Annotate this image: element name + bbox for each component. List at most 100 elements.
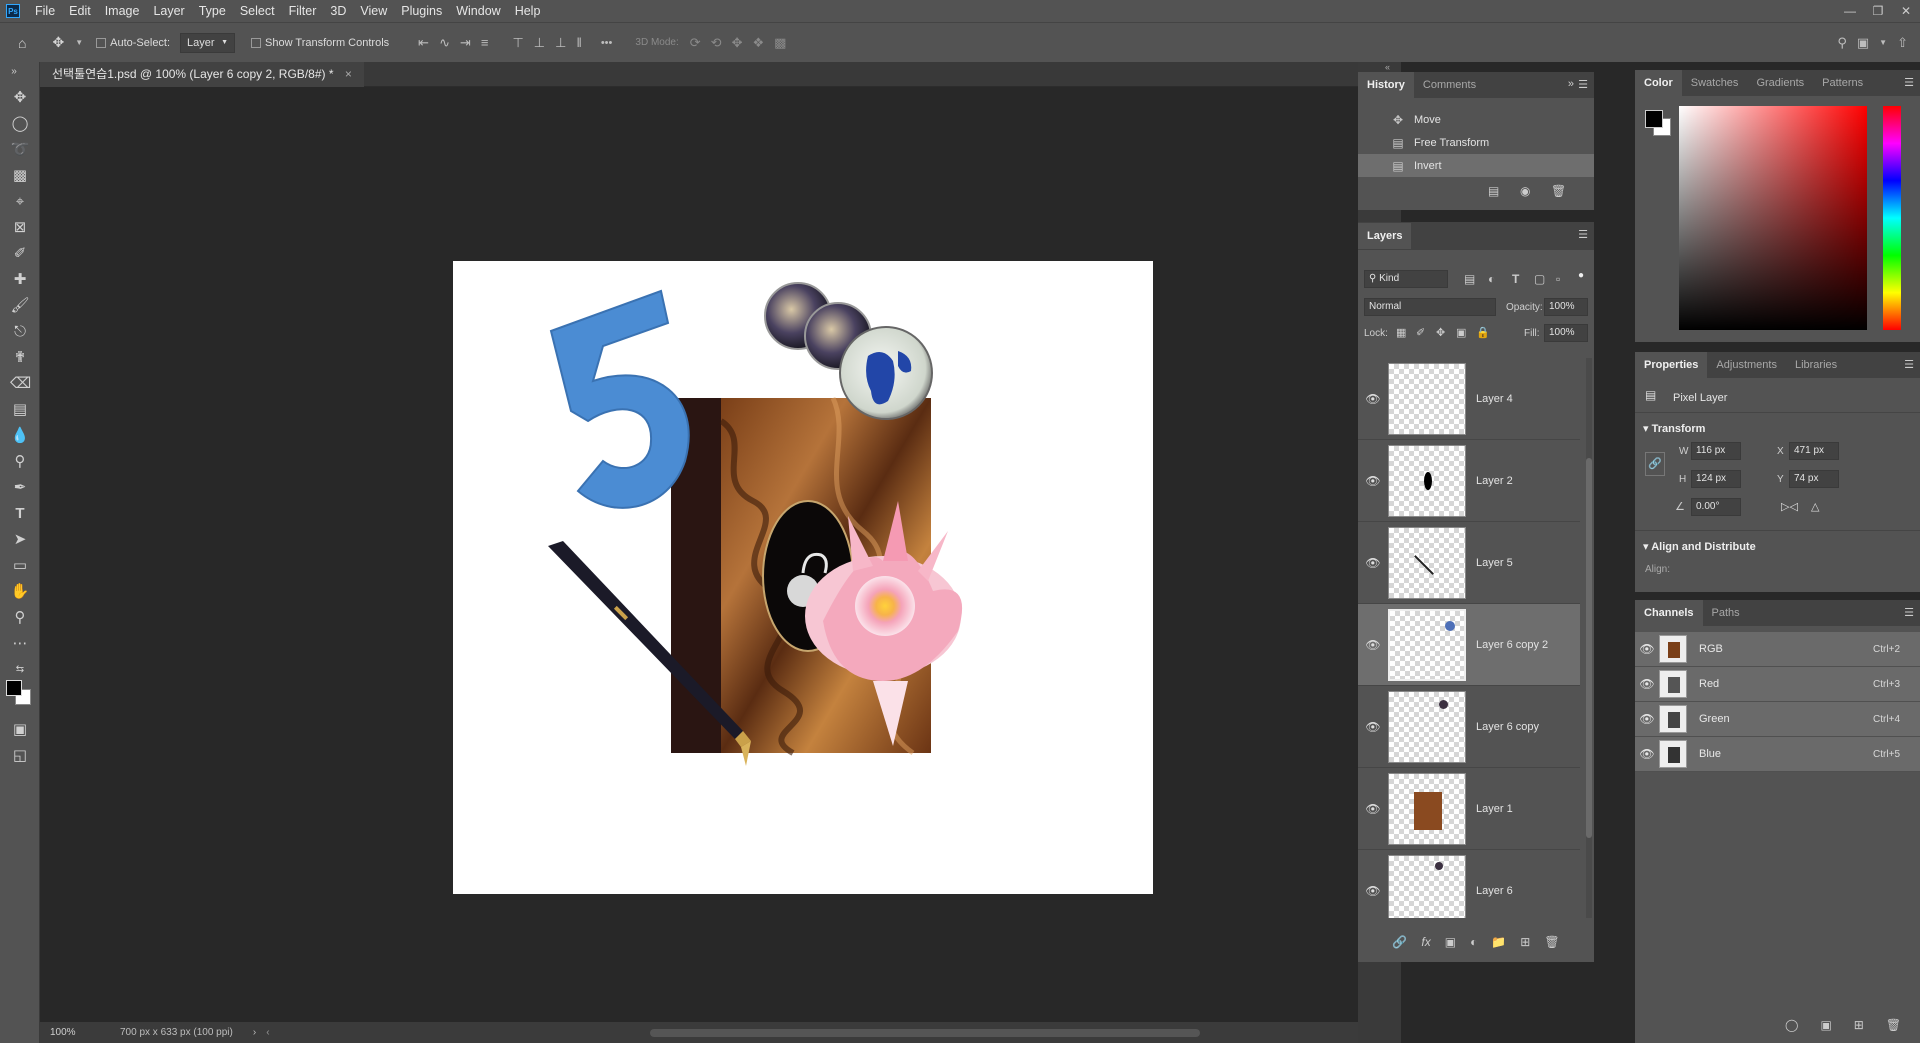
x-input[interactable]: 471 px xyxy=(1789,442,1839,460)
healing-brush-tool-icon[interactable]: ✚ xyxy=(10,270,30,290)
ellipse-marquee-tool-icon[interactable]: ◯ xyxy=(10,114,30,134)
eye-icon[interactable]: 👁 xyxy=(1358,474,1388,488)
menu-type[interactable]: Type xyxy=(192,4,233,18)
crop-tool-icon[interactable]: ⌖ xyxy=(10,192,30,212)
object-selection-tool-icon[interactable]: ▩ xyxy=(10,166,30,186)
channel-row[interactable]: 👁 Red Ctrl+3 xyxy=(1635,667,1920,702)
eye-icon[interactable]: 👁 xyxy=(1635,712,1659,726)
menu-edit[interactable]: Edit xyxy=(62,4,98,18)
adjustment-layer-icon[interactable]: ◐ xyxy=(1470,935,1477,949)
move-tool-icon[interactable]: ✥ xyxy=(10,88,30,108)
expand-arrows-icon[interactable]: » xyxy=(1568,78,1574,90)
tab-paths[interactable]: Paths xyxy=(1703,600,1749,626)
rectangle-tool-icon[interactable]: ▭ xyxy=(10,556,30,576)
move-tool-preset-icon[interactable]: ✥ xyxy=(52,34,64,51)
tab-swatches[interactable]: Swatches xyxy=(1682,70,1748,96)
more-options-button[interactable]: ••• xyxy=(601,37,613,49)
history-item[interactable]: ▤ Free Transform xyxy=(1358,131,1594,154)
panel-menu-icon[interactable]: ☰ xyxy=(1578,78,1588,91)
menu-window[interactable]: Window xyxy=(449,4,507,18)
width-input[interactable]: 116 px xyxy=(1691,442,1741,460)
camera-icon[interactable]: ◉ xyxy=(1520,184,1530,198)
align-center-icon[interactable]: ∿ xyxy=(439,35,450,51)
panel-menu-icon[interactable]: ☰ xyxy=(1904,76,1914,89)
y-input[interactable]: 74 px xyxy=(1789,470,1839,488)
collapse-arrows-icon[interactable]: « xyxy=(1385,62,1390,72)
panel-menu-icon[interactable]: ☰ xyxy=(1904,358,1914,371)
tab-properties[interactable]: Properties xyxy=(1635,352,1708,378)
trash-icon[interactable]: 🗑 xyxy=(1551,184,1566,198)
filter-smart-object-icon[interactable]: ▫ xyxy=(1556,272,1560,286)
filter-shape-icon[interactable]: ▢ xyxy=(1534,272,1545,286)
document-tab[interactable]: 선택툴연습1.psd @ 100% (Layer 6 copy 2, RGB/8… xyxy=(40,62,364,87)
align-section-header[interactable]: ▾ Align and Distribute xyxy=(1643,540,1756,553)
menu-layer[interactable]: Layer xyxy=(146,4,191,18)
auto-select-dropdown[interactable]: Layer ▼ xyxy=(180,32,236,53)
3d-slide-icon[interactable]: ❖ xyxy=(752,35,764,51)
flip-vertical-icon[interactable]: △ xyxy=(1811,500,1819,513)
menu-filter[interactable]: Filter xyxy=(282,4,324,18)
color-picker-field[interactable] xyxy=(1679,106,1867,330)
align-bottom-icon[interactable]: ⊥ xyxy=(555,35,566,51)
canvas-area[interactable] xyxy=(40,87,1358,1022)
save-selection-icon[interactable]: ▣ xyxy=(1820,1018,1831,1032)
filter-type-icon[interactable]: T xyxy=(1512,272,1519,286)
channel-row[interactable]: 👁 Blue Ctrl+5 xyxy=(1635,737,1920,772)
tab-gradients[interactable]: Gradients xyxy=(1747,70,1813,96)
load-selection-icon[interactable]: ◯ xyxy=(1785,1018,1798,1032)
chevron-right-icon[interactable]: › xyxy=(253,1027,256,1038)
search-icon[interactable]: ⚲ xyxy=(1837,35,1847,51)
eye-icon[interactable]: 👁 xyxy=(1635,677,1659,691)
eye-icon[interactable]: 👁 xyxy=(1358,392,1388,406)
clone-stamp-tool-icon[interactable]: ⎋ xyxy=(10,322,30,342)
foreground-color-swatch[interactable] xyxy=(6,680,22,696)
pen-tool-icon[interactable]: ✒ xyxy=(10,478,30,498)
3d-roll-icon[interactable]: ⟲ xyxy=(711,35,722,51)
document-info[interactable]: 700 px x 633 px (100 ppi) xyxy=(120,1027,233,1038)
layer-row[interactable]: 👁 Layer 2 xyxy=(1358,440,1580,522)
eye-icon[interactable]: 👁 xyxy=(1358,884,1388,898)
lock-position-icon[interactable]: ✥ xyxy=(1436,326,1445,339)
zoom-tool-icon[interactable]: ⚲ xyxy=(10,608,30,628)
close-tab-icon[interactable]: × xyxy=(345,67,352,81)
menu-image[interactable]: Image xyxy=(98,4,147,18)
path-selection-tool-icon[interactable]: ➤ xyxy=(10,530,30,550)
frame-tool-icon[interactable]: ⊠ xyxy=(10,218,30,238)
tab-libraries[interactable]: Libraries xyxy=(1786,352,1846,378)
lock-all-icon[interactable]: 🔒 xyxy=(1476,326,1490,339)
trash-icon[interactable]: 🗑 xyxy=(1544,935,1559,949)
trash-icon[interactable]: 🗑 xyxy=(1886,1018,1901,1032)
workspace-icon[interactable]: ▣ xyxy=(1857,35,1869,51)
layer-filter-kind-dropdown[interactable]: ⚲ Kind xyxy=(1364,270,1448,288)
height-input[interactable]: 124 px xyxy=(1691,470,1741,488)
swap-colors-icon[interactable]: ⇆ xyxy=(10,660,30,680)
menu-plugins[interactable]: Plugins xyxy=(394,4,449,18)
horizontal-scrollbar[interactable] xyxy=(649,1028,1200,1037)
distribute-vertical-icon[interactable]: ‖ xyxy=(576,35,581,50)
eye-icon[interactable]: 👁 xyxy=(1358,638,1388,652)
blend-mode-dropdown[interactable]: Normal xyxy=(1364,298,1496,316)
align-right-icon[interactable]: ⇥ xyxy=(460,35,471,51)
layer-style-icon[interactable]: fx xyxy=(1421,935,1430,949)
new-group-icon[interactable]: 📁 xyxy=(1491,935,1506,949)
filter-toggle-icon[interactable]: ● xyxy=(1578,270,1584,281)
zoom-level[interactable]: 100% xyxy=(50,1027,100,1038)
edit-toolbar-icon[interactable]: ⋯ xyxy=(10,634,30,654)
new-document-from-state-icon[interactable]: ▤ xyxy=(1488,184,1499,198)
layer-row[interactable]: 👁 Layer 6 copy xyxy=(1358,686,1580,768)
layer-row[interactable]: 👁 Layer 6 xyxy=(1358,850,1580,918)
new-layer-icon[interactable]: ⊞ xyxy=(1520,935,1530,949)
layers-scrollbar[interactable] xyxy=(1586,358,1592,918)
brush-tool-icon[interactable]: 🖌 xyxy=(10,296,30,316)
transform-section-header[interactable]: ▾ Transform xyxy=(1643,422,1705,435)
panel-menu-icon[interactable]: ☰ xyxy=(1904,606,1914,619)
eye-icon[interactable]: 👁 xyxy=(1358,556,1388,570)
restore-icon[interactable]: ❐ xyxy=(1864,0,1892,22)
history-item[interactable]: ✥ Move xyxy=(1358,108,1594,131)
tab-channels[interactable]: Channels xyxy=(1635,600,1703,626)
eraser-tool-icon[interactable]: ⌫ xyxy=(10,374,31,394)
document-canvas[interactable] xyxy=(453,261,1153,894)
fill-input[interactable]: 100% xyxy=(1544,324,1588,342)
lock-pixels-icon[interactable]: ✐ xyxy=(1416,326,1425,339)
blur-tool-icon[interactable]: 💧 xyxy=(10,426,30,446)
